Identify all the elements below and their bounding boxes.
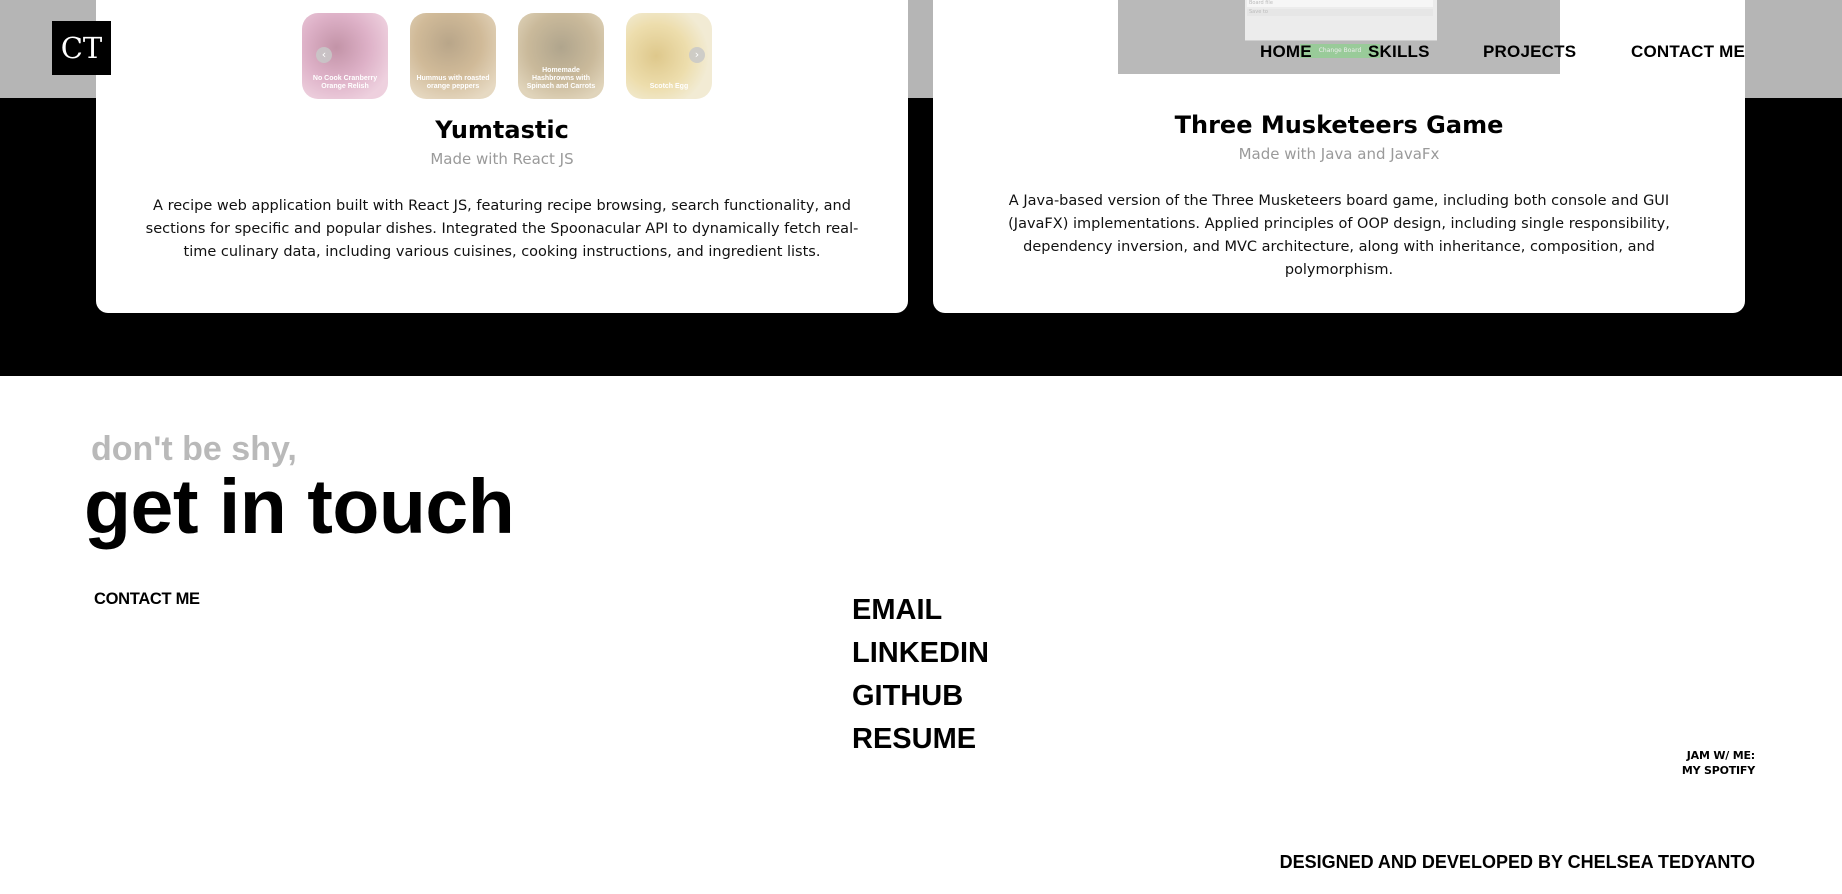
project-subtitle: Made with React JS [430,150,574,168]
project-card-yumtastic: No Cook Cranberry Orange Relish Hummus w… [96,0,908,313]
preview-field: Board file [1247,0,1433,7]
chevron-right-icon[interactable]: › [689,47,705,63]
footer-credit: DESIGNED AND DEVELOPED BY CHELSEA TEDYAN… [1279,852,1755,872]
project-image-carousel[interactable]: No Cook Cranberry Orange Relish Hummus w… [302,13,712,100]
nav-link-skills[interactable]: SKILLS [1368,42,1430,62]
chevron-left-icon[interactable]: ‹ [316,47,332,63]
spotify-link[interactable]: MY SPOTIFY [1682,764,1755,777]
project-subtitle: Made with Java and JavaFx [1238,145,1440,163]
carousel-slide-caption: Hummus with roasted orange peppers [416,74,490,90]
section-label: CONTACT ME [94,590,200,608]
preview-form: Board file Save to [1245,0,1437,41]
site-logo[interactable]: CT [52,21,111,75]
project-title: Yumtastic [435,116,569,144]
carousel-slide[interactable]: No Cook Cranberry Orange Relish [302,13,388,99]
github-link[interactable]: GITHUB [852,680,963,713]
carousel-slide[interactable]: Hummus with roasted orange peppers [410,13,496,99]
project-card-three-musketeers: Board file Save to Change Board Three Mu… [933,0,1745,313]
carousel-slide-caption: Homemade Hashbrowns with Spinach and Car… [526,66,596,90]
project-screenshot: Board file Save to Change Board [1118,0,1560,74]
linkedin-link[interactable]: LINKEDIN [852,637,989,670]
nav-link-home[interactable]: HOME [1260,42,1312,62]
spotify-label: JAM W/ ME: [1686,749,1755,762]
project-description: A recipe web application built with Reac… [145,198,859,260]
project-description: A Java-based version of the Three Musket… [1008,193,1670,278]
project-title: Three Musketeers Game [1174,111,1504,139]
email-link[interactable]: EMAIL [852,594,942,627]
nav-link-projects[interactable]: PROJECTS [1483,42,1576,62]
preview-field: Save to [1247,9,1433,16]
spotify-widget: JAM W/ ME: MY SPOTIFY [1682,748,1755,778]
carousel-slide[interactable]: Homemade Hashbrowns with Spinach and Car… [518,13,604,99]
contact-heading: get in touch [84,464,515,550]
carousel-slide-caption: Scotch Egg [649,82,689,90]
nav-link-contact[interactable]: CONTACT ME [1631,42,1745,62]
resume-link[interactable]: RESUME [852,723,976,756]
carousel-slide-caption: No Cook Cranberry Orange Relish [312,74,378,90]
